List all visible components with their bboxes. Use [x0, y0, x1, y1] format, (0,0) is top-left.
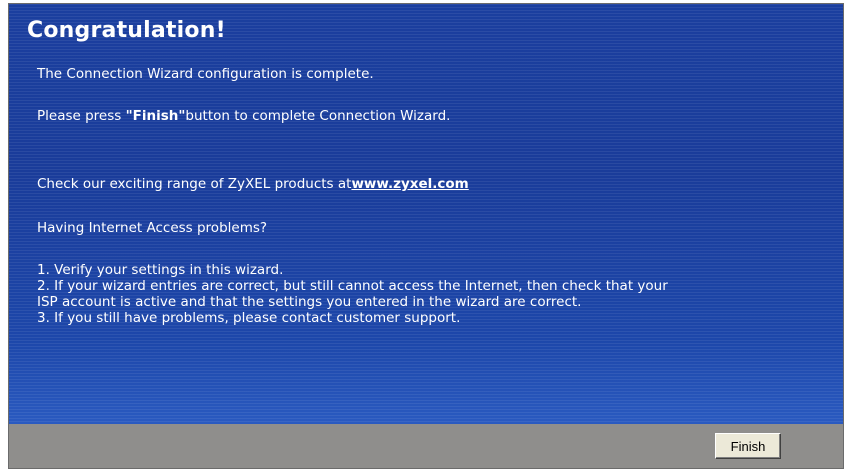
troubleshoot-step-1: 1. Verify your settings in this wizard.: [37, 262, 284, 278]
wizard-content-panel: Congratulation! The Connection Wizard co…: [9, 4, 843, 424]
zyxel-website-link[interactable]: www.zyxel.com: [351, 176, 468, 192]
page-title: Congratulation!: [27, 18, 226, 43]
press-finish-bold: "Finish": [125, 108, 186, 124]
press-finish-suffix: button to complete Connection Wizard.: [185, 108, 451, 124]
troubleshoot-step-2: 2. If your wizard entries are correct, b…: [37, 278, 668, 294]
wizard-window: Congratulation! The Connection Wizard co…: [8, 3, 844, 469]
press-finish-prefix: Please press: [37, 108, 126, 124]
check-products-message: Check our exciting range of ZyXEL produc…: [37, 176, 469, 192]
finish-button[interactable]: Finish: [715, 433, 781, 459]
complete-message: The Connection Wizard configuration is c…: [37, 66, 374, 82]
problems-heading: Having Internet Access problems?: [37, 220, 268, 236]
check-products-prefix: Check our exciting range of ZyXEL produc…: [37, 176, 352, 192]
troubleshoot-step-3: 3. If you still have problems, please co…: [37, 310, 461, 326]
troubleshoot-step-2-continued: ISP account is active and that the setti…: [37, 294, 582, 310]
press-finish-message: Please press "Finish"button to complete …: [37, 108, 450, 124]
wizard-footer: Finish: [9, 424, 843, 468]
